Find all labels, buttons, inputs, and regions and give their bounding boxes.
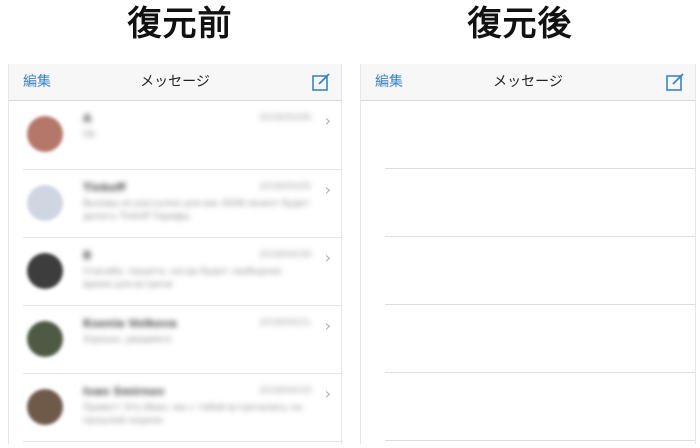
heading-before: 復元前 — [127, 4, 233, 44]
avatar — [27, 389, 63, 425]
conversation-row[interactable]: Tinkoff 2018/05/05 Вызовы из рассылки дл… — [23, 170, 341, 238]
compose-icon[interactable] — [311, 72, 331, 92]
message-date: 2018/04/19 — [259, 386, 311, 396]
avatar — [27, 185, 63, 221]
message-preview: Хорошо, увидимся — [83, 335, 172, 345]
navbar: 編集 メッセージ — [361, 64, 695, 101]
conversation-row[interactable]: A 2018/05/06 Ok › — [23, 101, 341, 170]
compose-icon[interactable] — [665, 72, 685, 92]
message-preview: Привет! Это Иван, мы с тобой встречались… — [83, 403, 302, 426]
message-date: 2018/04/21 — [259, 318, 311, 328]
chevron-right-icon: › — [324, 384, 331, 403]
heading-after: 復元後 — [467, 4, 573, 44]
conversation-row[interactable]: Ivan Smirnov 2018/04/19 Привет! Это Иван… — [23, 374, 341, 442]
conversation-row[interactable]: B 2018/04/28 Спасибо, пишите, когда буде… — [23, 238, 341, 306]
contact-name: A — [83, 112, 92, 125]
conversation-row[interactable]: Ksenia Volkova 2018/04/21 Хорошо, увидим… — [23, 306, 341, 374]
contact-name: B — [83, 249, 92, 262]
empty-conversation-list — [361, 101, 695, 441]
contact-name: Ivan Smirnov — [83, 385, 165, 398]
navbar-title: メッセージ — [140, 74, 210, 90]
navbar: 編集 メッセージ — [9, 64, 341, 101]
chevron-right-icon: › — [324, 111, 331, 130]
messages-panel-after: 編集 メッセージ — [360, 64, 696, 444]
navbar-title: メッセージ — [493, 74, 563, 90]
message-preview: Ok — [83, 130, 96, 140]
message-date: 2018/05/06 — [259, 113, 311, 123]
empty-row — [385, 237, 695, 305]
message-preview: Вызовы из рассылки для вас 8206 может бу… — [83, 199, 311, 222]
avatar — [27, 321, 63, 357]
message-date: 2018/05/05 — [259, 182, 311, 192]
empty-row — [385, 101, 695, 169]
avatar — [27, 116, 63, 152]
empty-row — [385, 373, 695, 441]
conversation-list: A 2018/05/06 Ok › Tinkoff 2018/05/05 Выз… — [9, 101, 341, 442]
messages-panel-before: 編集 メッセージ A 2018/05/06 Ok › Tinkoff 2018/… — [8, 64, 342, 444]
empty-row — [385, 169, 695, 237]
message-date: 2018/04/28 — [259, 250, 311, 260]
contact-name: Tinkoff — [83, 181, 126, 194]
chevron-right-icon: › — [324, 180, 331, 199]
empty-row — [385, 305, 695, 373]
message-preview: Спасибо, пишите, когда будет свободное в… — [83, 267, 282, 290]
avatar — [27, 253, 63, 289]
contact-name: Ksenia Volkova — [83, 317, 177, 330]
chevron-right-icon: › — [324, 248, 331, 267]
chevron-right-icon: › — [324, 316, 331, 335]
